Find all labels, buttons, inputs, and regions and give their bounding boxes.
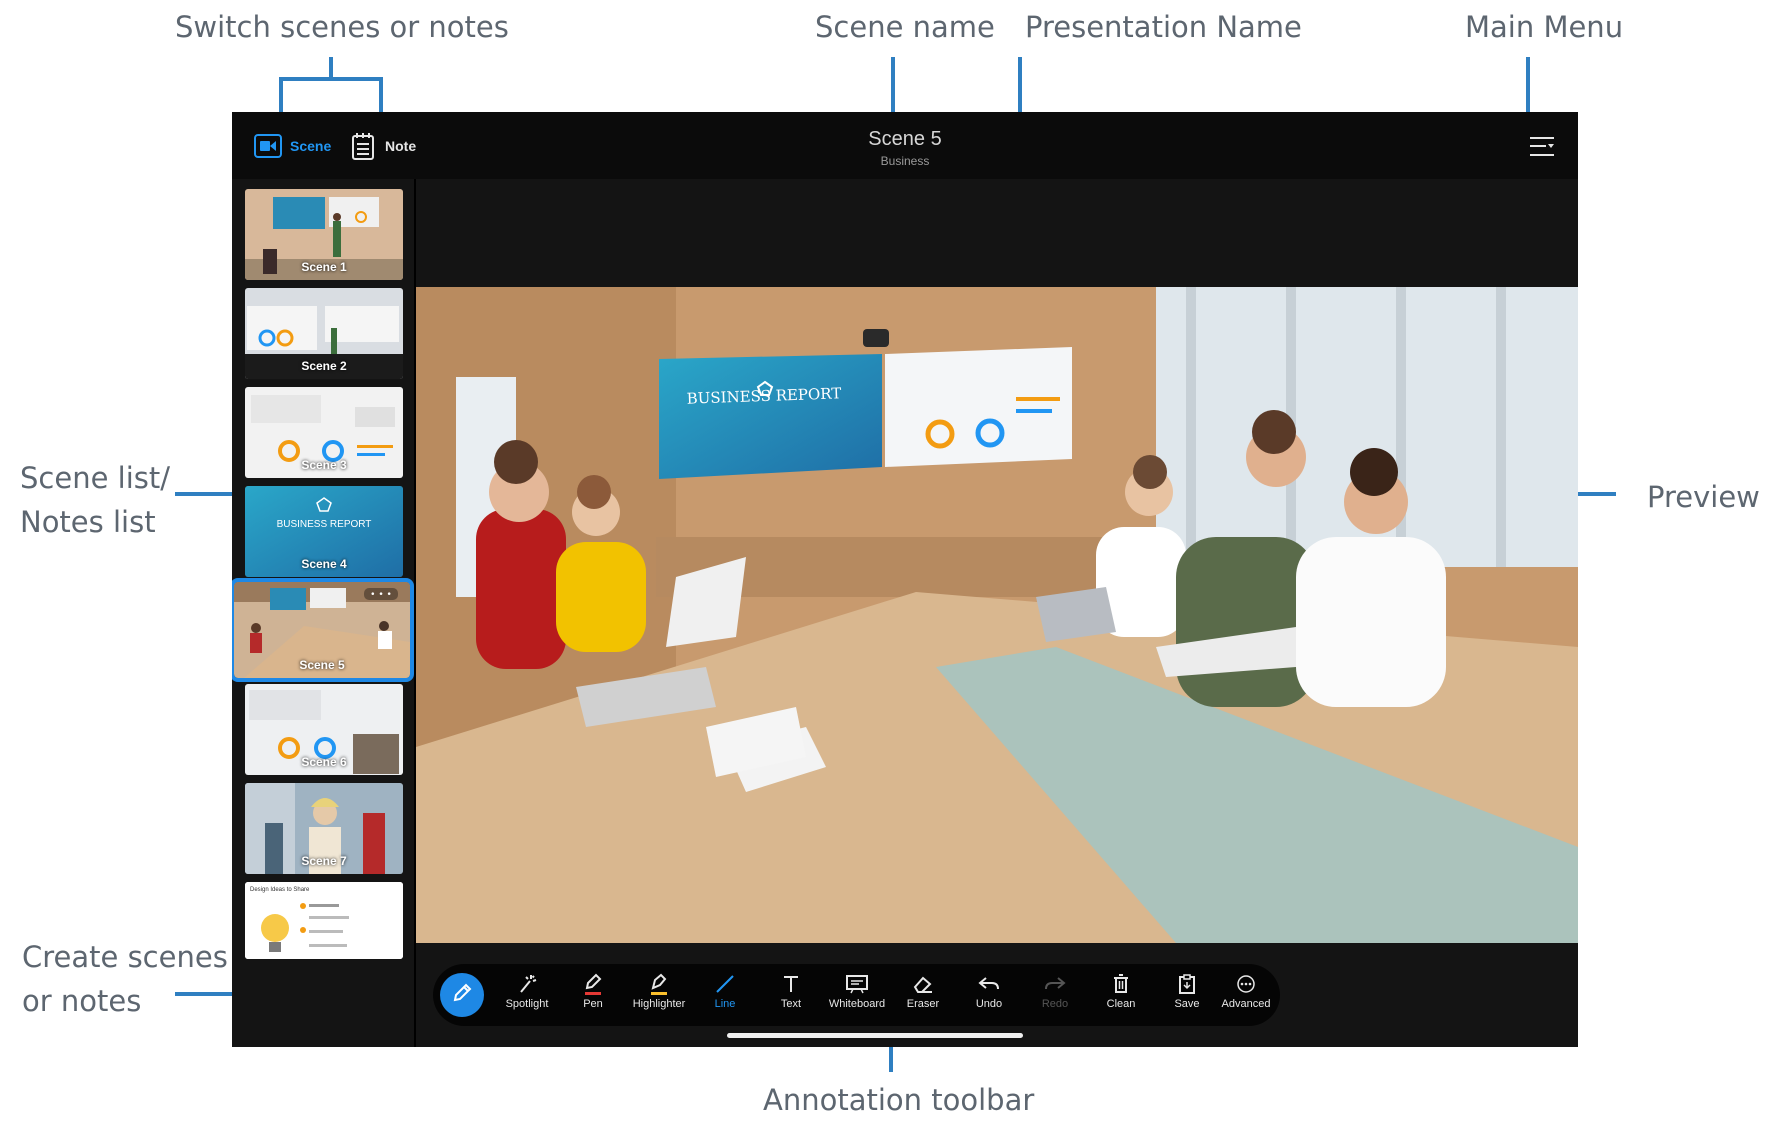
tool-label: Undo xyxy=(975,998,1003,1010)
highlighter-icon xyxy=(626,972,692,996)
scene-label: Scene 7 xyxy=(301,854,347,868)
save-icon xyxy=(1154,972,1220,996)
scene-thumbnail[interactable]: Scene 6 xyxy=(245,684,403,775)
scene-label: Scene 2 xyxy=(301,359,347,373)
scene-label: Scene 3 xyxy=(301,458,347,472)
pen-icon xyxy=(560,972,626,996)
scene-thumbnail[interactable]: Scene 2 xyxy=(245,288,403,379)
scene-8-thumbnail-image xyxy=(245,882,403,959)
undo-tool[interactable]: Undo xyxy=(956,972,1022,1018)
scene-thumbnail[interactable]: BUSINESS REPORT Scene 4 xyxy=(245,486,403,577)
eraser-icon xyxy=(890,972,956,996)
tool-label: Spotlight xyxy=(505,998,549,1010)
line-icon xyxy=(692,972,758,996)
slide-title: BUSINESS REPORT xyxy=(276,519,372,530)
scene-thumbnail[interactable]: Design Ideas to Share xyxy=(245,882,403,959)
callout-create-scenes: Create scenes or notes xyxy=(22,940,228,1018)
callout-presentation-name: Presentation Name xyxy=(1025,10,1302,44)
app-window: Scene Note Scene 5 Business Scene 1 Scen… xyxy=(232,112,1578,1047)
scene-thumbnail-active[interactable]: • • • Scene 5 xyxy=(232,578,414,682)
slide-title: Design Ideas to Share xyxy=(250,887,310,893)
scene-thumbnail[interactable]: Scene 3 xyxy=(245,387,403,478)
trash-icon xyxy=(1088,972,1154,996)
callout-annotation-toolbar: Annotation toolbar xyxy=(763,1083,1035,1117)
callout-scene-name: Scene name xyxy=(815,10,995,44)
text-icon xyxy=(758,972,824,996)
line-tool[interactable]: Line xyxy=(692,972,758,1018)
whiteboard-tool[interactable]: Whiteboard xyxy=(824,972,890,1018)
tool-label: Eraser xyxy=(906,998,940,1010)
callout-switch-scenes-notes: Switch scenes or notes xyxy=(175,10,509,44)
save-tool[interactable]: Save xyxy=(1154,972,1220,1018)
scene-label: Scene 1 xyxy=(301,260,347,274)
tool-label: Text xyxy=(780,998,802,1010)
tool-label: Save xyxy=(1174,998,1200,1010)
tool-label: Redo xyxy=(1041,998,1069,1010)
scene-thumbnail[interactable]: Scene 1 xyxy=(245,189,403,280)
eraser-tool[interactable]: Eraser xyxy=(890,972,956,1018)
preview-area: BUSINESS REPORT xyxy=(416,287,1578,943)
annotation-toolbar: Spotlight Pen Highlighter Line Text Whit… xyxy=(433,964,1280,1026)
pencil-icon xyxy=(451,982,473,1009)
presentation-name: Business xyxy=(880,154,930,168)
tool-label: Whiteboard xyxy=(828,998,886,1010)
svg-text:• • •: • • • xyxy=(370,590,392,600)
scene-label: Scene 5 xyxy=(299,658,345,672)
undo-icon xyxy=(956,972,1022,996)
more-icon xyxy=(1213,972,1279,996)
highlighter-tool[interactable]: Highlighter xyxy=(626,972,692,1018)
redo-tool[interactable]: Redo xyxy=(1022,972,1088,1018)
preview-image xyxy=(416,287,1578,943)
whiteboard-icon xyxy=(824,972,890,996)
callout-preview: Preview xyxy=(1647,480,1760,514)
scene-label: Scene 4 xyxy=(301,557,347,571)
annotation-toggle-button[interactable] xyxy=(440,973,484,1017)
scene-thumbnail[interactable]: Scene 7 xyxy=(245,783,403,874)
tool-label: Line xyxy=(714,998,736,1010)
tool-label: Highlighter xyxy=(632,998,686,1010)
text-tool[interactable]: Text xyxy=(758,972,824,1018)
tool-label: Advanced xyxy=(1221,998,1271,1010)
top-bar: Scene Note Scene 5 Business xyxy=(232,112,1578,179)
scene-label: Scene 6 xyxy=(301,755,347,769)
callout-scene-list: Scene list/ Notes list xyxy=(20,461,170,539)
scene-list: Scene 1 Scene 2 Scene 3 BUSINESS REPORT … xyxy=(232,179,416,1047)
scene-title: Scene 5 xyxy=(868,128,942,150)
redo-icon xyxy=(1022,972,1088,996)
home-indicator xyxy=(727,1033,1023,1038)
main-menu-icon[interactable] xyxy=(1528,133,1556,161)
spotlight-tool[interactable]: Spotlight xyxy=(494,972,560,1018)
pen-tool[interactable]: Pen xyxy=(560,972,626,1018)
tool-label: Pen xyxy=(583,998,603,1010)
spotlight-icon xyxy=(494,972,560,996)
callout-main-menu: Main Menu xyxy=(1465,10,1624,44)
advanced-tool[interactable]: Advanced xyxy=(1213,972,1279,1018)
clean-tool[interactable]: Clean xyxy=(1088,972,1154,1018)
tool-label: Clean xyxy=(1106,998,1136,1010)
